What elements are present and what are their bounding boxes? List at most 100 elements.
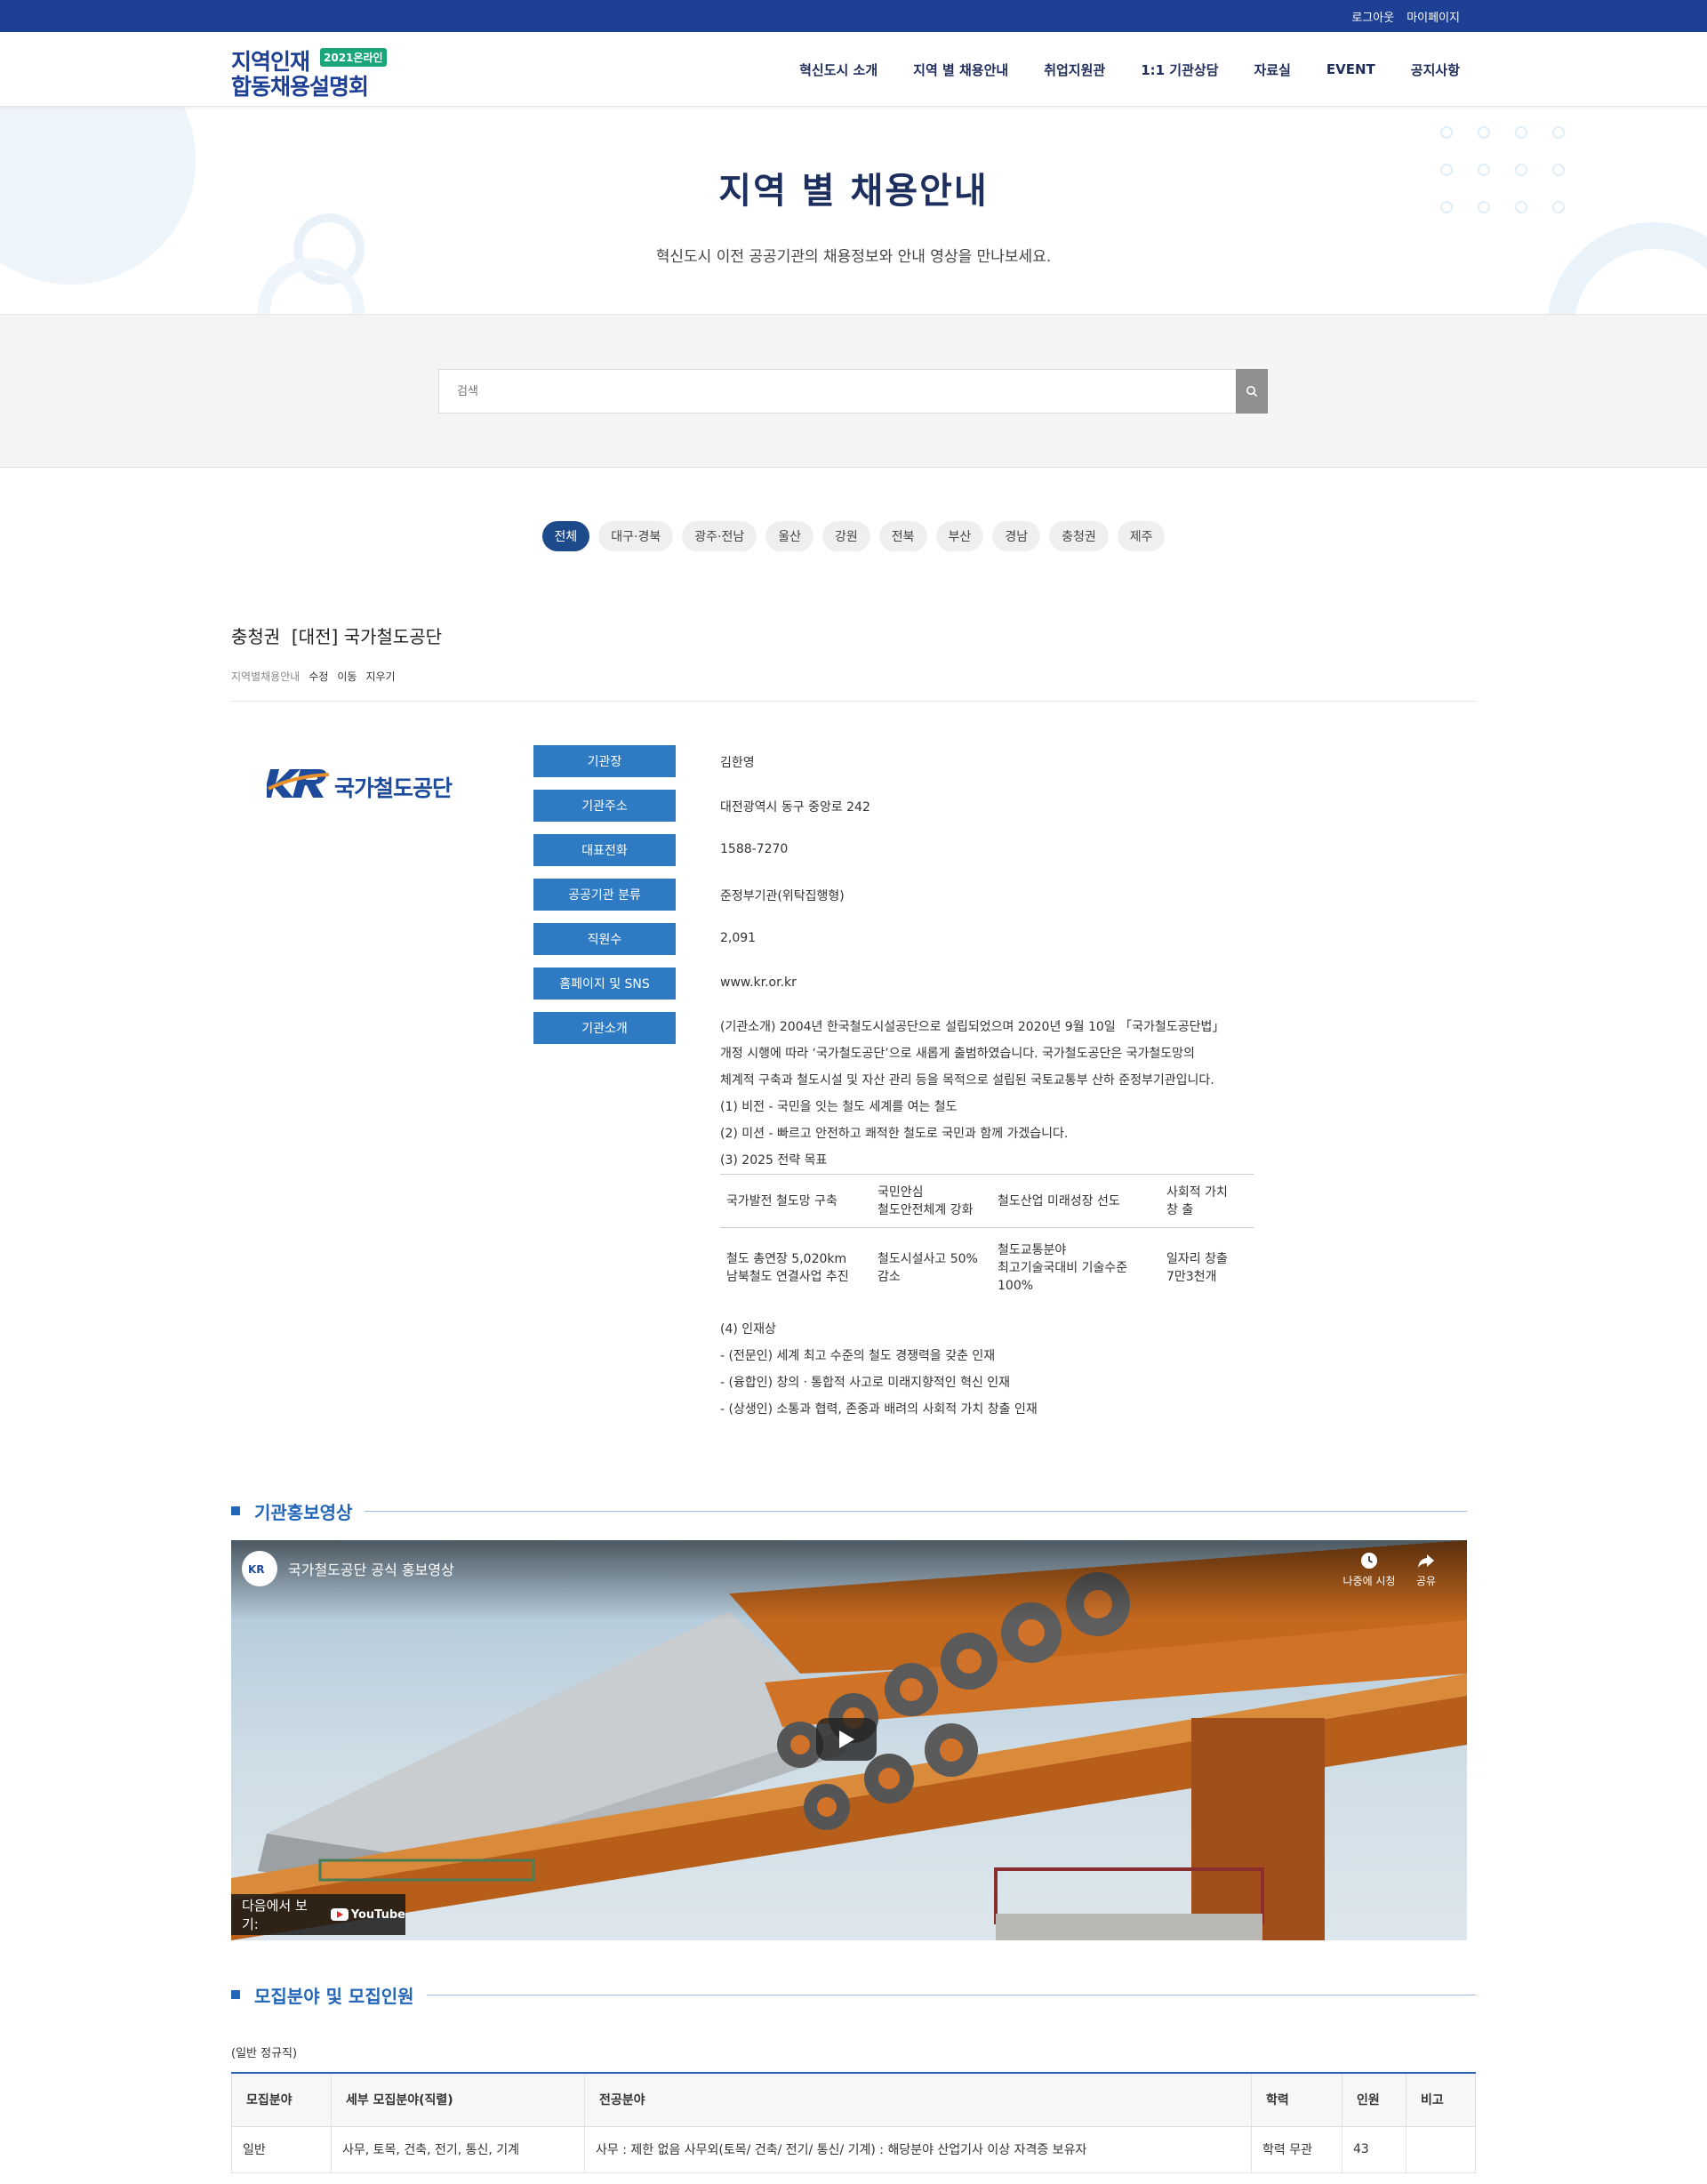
recruit-section-heading: 모집분야 및 모집인원	[231, 1981, 1476, 2008]
talent-line: - (전문인) 세계 최고 수준의 철도 경쟁력을 갖춘 인재	[720, 1349, 996, 1363]
tab-region-busan[interactable]: 부산	[935, 521, 984, 551]
table-header-row: 모집분야 세부 모집분야(직렬) 전공분야 학력 인원 비고	[231, 2072, 1476, 2127]
recruit-table: 모집분야 세부 모집분야(직렬) 전공분야 학력 인원 비고 일반 사무, 토목…	[231, 2072, 1476, 2173]
top-utility-bar: 로그아웃 마이페이지	[0, 0, 1707, 32]
decor-ring	[1547, 222, 1707, 314]
search-input[interactable]	[439, 370, 1235, 413]
clock-icon	[1361, 1553, 1377, 1569]
column-header: 인원	[1342, 2072, 1406, 2127]
move-link[interactable]: 이동	[337, 669, 357, 684]
table-cell: 국가발전 철도망 구축	[720, 1174, 871, 1228]
nav-item-regional-recruit[interactable]: 지역 별 채용안내	[913, 60, 1008, 79]
table-cell: 일반	[231, 2125, 332, 2173]
edit-link[interactable]: 수정	[309, 669, 328, 684]
talent-line: (4) 인재상	[720, 1322, 776, 1337]
watch-later-button[interactable]: 나중에 시청	[1342, 1551, 1396, 1588]
info-value: 준정부기관(위탁집행형)	[720, 889, 845, 903]
mypage-link[interactable]: 마이페이지	[1406, 8, 1460, 25]
logo-badge: 2021온라인	[320, 48, 387, 67]
nav-item-event[interactable]: EVENT	[1326, 61, 1375, 77]
intro-line: 체계적 구축과 철도시설 및 자산 관리 등을 목적으로 설립된 국토교통부 산…	[720, 1073, 1214, 1088]
post-title: 충청권 [대전] 국가철도공단	[231, 626, 443, 647]
watch-on-youtube-bar[interactable]: 다음에서 보기: YouTube	[231, 1894, 405, 1935]
youtube-logo: YouTube	[330, 1907, 405, 1922]
tab-region-ulsan[interactable]: 울산	[765, 521, 814, 551]
table-cell: 철도교통분야 최고기술국대비 기술수준 100%	[998, 1242, 1128, 1293]
recruit-subtitle: (일반 정규직)	[231, 2047, 298, 2060]
table-cell: 사무, 토목, 건축, 전기, 통신, 기계	[331, 2125, 585, 2173]
hero-banner: 지역 별 채용안내 혁신도시 이전 공공기관의 채용정보와 안내 영상을 만나보…	[0, 107, 1707, 315]
table-cell: 철도시설사고 50% 감소	[878, 1251, 978, 1284]
search-button[interactable]	[1236, 369, 1268, 414]
search-area	[0, 315, 1707, 468]
talent-line: - (상생인) 소통과 협력, 존중과 배려의 사회적 가치 창출 인재	[720, 1402, 1038, 1417]
tab-region-jeju[interactable]: 제주	[1117, 521, 1166, 551]
info-label: 대표전화	[533, 834, 676, 866]
info-label: 직원수	[533, 923, 676, 955]
table-cell: 사무 : 제한 없음 사무외(토목/ 건축/ 전기/ 통신/ 기계) : 해당분…	[584, 2125, 1252, 2173]
table-cell: 43	[1342, 2125, 1406, 2173]
nav-item-notice[interactable]: 공지사항	[1411, 60, 1460, 79]
strategy-goals-table: 국가발전 철도망 구축 국민안심 철도안전체계 강화 철도산업 미래성장 선도 …	[720, 1174, 1254, 1308]
video-top-overlay	[231, 1540, 1467, 1620]
homepage-link[interactable]: www.kr.or.kr	[720, 976, 797, 990]
site-header: 지역인재 2021온라인 합동채용설명회 혁신도시 소개 지역 별 채용안내 취…	[0, 32, 1707, 107]
table-row: 일반 사무, 토목, 건축, 전기, 통신, 기계 사무 : 제한 없음 사무외…	[231, 2125, 1476, 2173]
logout-link[interactable]: 로그아웃	[1351, 8, 1394, 25]
info-label: 기관장	[533, 745, 676, 777]
tab-region-gwangju[interactable]: 광주·전남	[682, 521, 757, 551]
column-header: 모집분야	[231, 2072, 332, 2127]
info-row-head: 기관장 김한영	[533, 745, 1422, 777]
tab-region-gangwon[interactable]: 강원	[822, 521, 870, 551]
post-meta: 지역별채용안내 수정 이동 지우기	[231, 669, 396, 684]
table-row: 국가발전 철도망 구축 국민안심 철도안전체계 강화 철도산업 미래성장 선도 …	[720, 1174, 1254, 1228]
tab-region-gyeongnam[interactable]: 경남	[992, 521, 1041, 551]
info-row-staff: 직원수 2,091	[533, 923, 1422, 955]
video-section-heading: 기관홍보영상	[231, 1497, 1467, 1524]
share-label: 공유	[1415, 1575, 1437, 1587]
nav-item-intro[interactable]: 혁신도시 소개	[799, 60, 878, 79]
nav-item-library[interactable]: 자료실	[1254, 60, 1291, 79]
utility-links: 로그아웃 마이페이지	[1351, 0, 1460, 32]
kr-logo-icon	[263, 768, 330, 798]
intro-line: (기관소개) 2004년 한국철도시설공단으로 설립되었으며 2020년 9월 …	[720, 1020, 1225, 1034]
table-cell	[1406, 2125, 1476, 2173]
promo-video-player[interactable]: KR 국가철도공단 공식 홍보영상 나중에 시청 공유 다음에서 보기: You…	[231, 1540, 1467, 1940]
tab-region-jeonbuk[interactable]: 전북	[878, 521, 927, 551]
channel-avatar[interactable]: KR	[242, 1551, 277, 1586]
section-title: 기관홍보영상	[254, 1501, 353, 1523]
info-row-category: 공공기관 분류 준정부기관(위탁집행형)	[533, 879, 1422, 911]
nav-item-job-support[interactable]: 취업지원관	[1044, 60, 1105, 79]
table-cell: 철도산업 미래성장 선도	[991, 1174, 1160, 1228]
tab-region-daegu[interactable]: 대구·경북	[598, 521, 674, 551]
site-logo[interactable]: 지역인재 2021온라인 합동채용설명회	[231, 44, 400, 100]
column-header: 비고	[1406, 2072, 1476, 2127]
intro-line: (2) 미션 - 빠르고 안전하고 쾌적한 철도로 국민과 함께 가겠습니다.	[720, 1127, 1069, 1141]
column-header: 세부 모집분야(직렬)	[331, 2072, 585, 2127]
info-label: 기관소개	[533, 1012, 676, 1044]
heading-bullet	[231, 1506, 240, 1515]
info-value: 2,091	[720, 931, 757, 945]
table-cell: 일자리 창출 7만3천개	[1166, 1251, 1228, 1284]
video-title[interactable]: 국가철도공단 공식 홍보영상	[288, 1558, 454, 1579]
info-value: 대전광역시 동구 중앙로 242	[720, 800, 870, 815]
intro-line: 개정 시행에 따라 ‘국가철도공단’으로 새롭게 출범하였습니다. 국가철도공단…	[720, 1047, 1195, 1061]
play-button[interactable]	[816, 1718, 877, 1761]
org-intro: (기관소개) 2004년 한국철도시설공단으로 설립되었으며 2020년 9월 …	[720, 1014, 1254, 1174]
svg-text:KR: KR	[248, 1563, 265, 1575]
search-icon	[1246, 386, 1258, 397]
heading-bullet	[231, 1990, 240, 1999]
youtube-label: YouTube	[350, 1907, 405, 1922]
section-title: 모집분야 및 모집인원	[254, 1985, 414, 2007]
tab-region-all[interactable]: 전체	[541, 521, 590, 551]
play-icon	[839, 1730, 854, 1748]
logo-line2: 합동채용설명회	[231, 74, 369, 100]
intro-line: (3) 2025 전략 목표	[720, 1153, 828, 1168]
delete-link[interactable]: 지우기	[365, 669, 395, 684]
column-header: 전공분야	[584, 2072, 1252, 2127]
tab-region-chungcheong[interactable]: 충청권	[1049, 521, 1109, 551]
share-button[interactable]: 공유	[1399, 1551, 1453, 1588]
intro-line: (1) 비전 - 국민을 잇는 철도 세계를 여는 철도	[720, 1100, 958, 1114]
nav-item-consult[interactable]: 1:1 기관상담	[1141, 60, 1218, 79]
info-row-phone: 대표전화 1588-7270	[533, 834, 1422, 866]
